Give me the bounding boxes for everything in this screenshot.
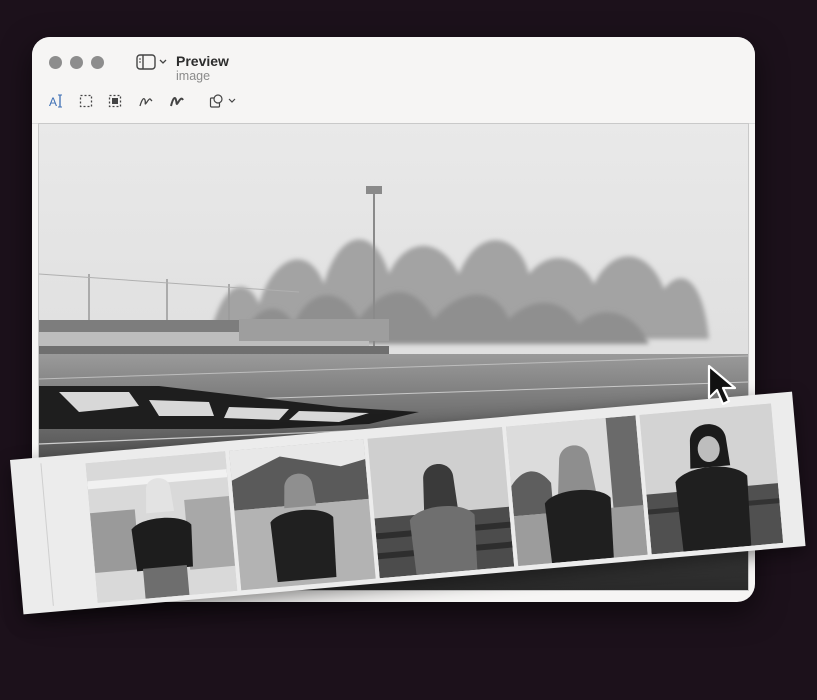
sketch-button[interactable] <box>135 90 157 112</box>
instant-alpha-icon <box>108 94 122 108</box>
rectangular-selection-button[interactable] <box>75 90 97 112</box>
chevron-down-icon <box>159 59 167 64</box>
svg-text:A: A <box>49 95 57 109</box>
window-title-block: Preview image <box>176 53 229 83</box>
sketch-icon <box>139 98 153 107</box>
minimize-button[interactable] <box>70 56 83 69</box>
girl-indoor-photo <box>85 451 238 603</box>
person-hoodie-photo <box>639 403 784 555</box>
photo-girl-sweater-trees[interactable] <box>505 415 648 567</box>
shapes-icon <box>209 94 236 108</box>
photo-person-hoodie[interactable] <box>639 403 784 555</box>
girl-hoodie-outdoor-photo <box>229 439 376 591</box>
text-selection-icon: A <box>49 94 62 109</box>
rectangular-selection-icon <box>79 94 93 108</box>
photo-girl-indoor-room[interactable] <box>85 451 238 603</box>
sidebar-icon <box>136 54 156 70</box>
title-bar: Preview image A <box>32 37 755 124</box>
sidebar-toggle-button[interactable] <box>136 54 167 70</box>
girl-sweater-photo <box>367 426 515 579</box>
girl-trees-photo <box>505 415 648 567</box>
window-title: Preview <box>176 53 229 69</box>
photo-girl-sweater-bleachers[interactable] <box>367 426 515 579</box>
photo-girl-hoodie-outdoor[interactable] <box>229 439 376 591</box>
zoom-button[interactable] <box>91 56 104 69</box>
draw-icon <box>170 97 184 107</box>
filmstrip-divider <box>40 463 54 606</box>
pointer-cursor-icon <box>706 364 742 413</box>
shapes-button[interactable] <box>208 90 240 112</box>
text-selection-button[interactable]: A <box>46 90 68 112</box>
instant-alpha-button[interactable] <box>104 90 126 112</box>
draw-button[interactable] <box>166 90 188 112</box>
close-button[interactable] <box>49 56 62 69</box>
window-subtitle: image <box>176 69 211 83</box>
